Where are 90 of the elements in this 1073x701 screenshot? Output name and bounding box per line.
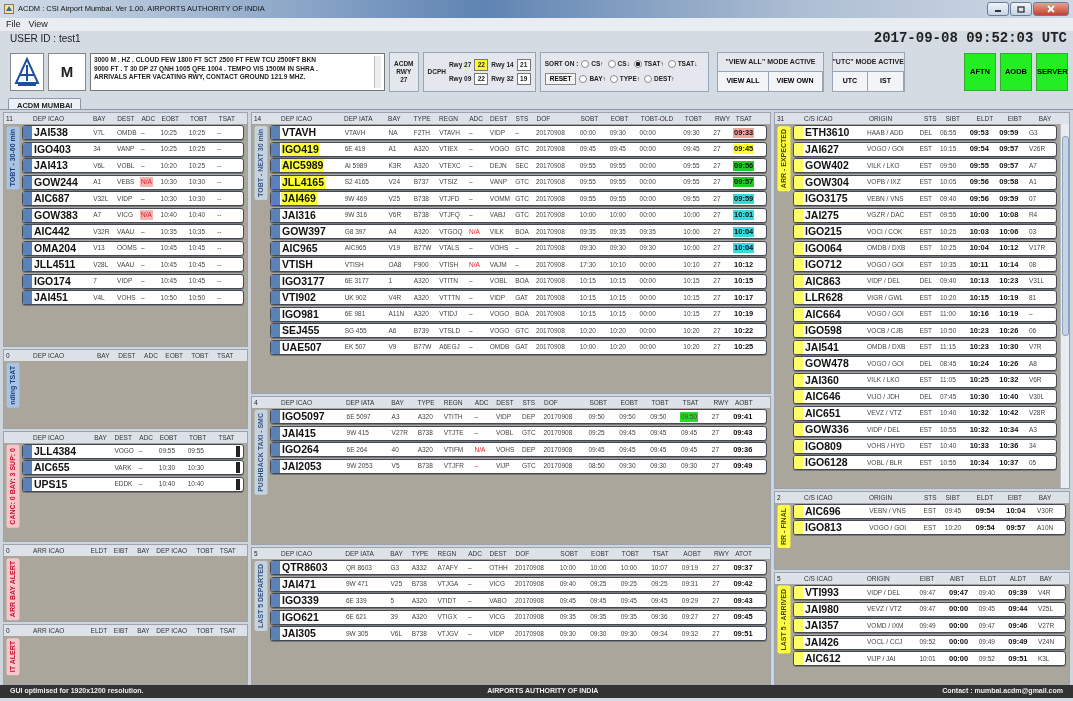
callsign-cell: GOW244 [33,175,79,189]
callsign-cell: GOW383 [33,208,79,222]
callsign-cell: JAI471 [281,577,317,591]
minimize-button[interactable] [987,2,1009,16]
callsign-cell: JAI469 [281,192,317,205]
callsign-cell: UAE507 [281,340,323,354]
clock: 2017-09-08 09:52:03 UTC [873,29,1067,48]
callsign-cell: IGO621 [281,610,320,624]
callsign-cell: AIC646 [804,390,842,403]
callsign-cell: QTR8603 [281,561,329,575]
callsign-cell: IGO174 [33,274,72,288]
callsign-cell: JAI305 [281,627,317,641]
callsign-cell: AIC5989 [281,159,325,172]
callsign-cell: JAI426 [804,635,840,649]
callsign-cell: IGO809 [804,439,843,453]
callsign-cell: SEJ455 [281,324,321,337]
callsign-cell: IGO3177 [281,274,326,288]
callsign-cell: GOW397 [281,225,327,238]
callsign-cell: JAI538 [33,126,69,139]
radio-button[interactable] [579,74,588,83]
radio-button[interactable] [667,60,676,68]
callsign-cell: IGO419 [281,142,320,156]
callsign-cell: GOW336 [804,423,850,436]
callsign-cell: JAI627 [804,142,840,156]
callsign-cell: IGO598 [804,324,843,337]
callsign-cell: IGO264 [281,443,320,456]
callsign-cell: AIC664 [804,307,842,321]
callsign-cell: JAI541 [804,340,840,354]
callsign-cell: AIC651 [804,406,842,420]
callsign-cell: GOW304 [804,175,850,189]
callsign-cell: VTISH [281,258,314,271]
callsign-cell: JLL4511 [33,258,77,271]
app-icon [4,4,14,14]
logo-icon [10,53,44,91]
maximize-icon [1017,5,1025,13]
callsign-cell: IGO3175 [804,192,849,205]
callsign-cell: UPS15 [33,477,69,491]
callsign-cell: IGO064 [804,241,843,255]
callsign-cell: JAI316 [281,208,317,222]
radio-button[interactable] [581,60,590,68]
callsign-cell: JLL4165 [281,175,326,189]
status-block-icon [236,478,240,490]
callsign-cell: AIC655 [33,461,71,475]
callsign-cell: IGO403 [33,142,72,156]
callsign-cell: JAI415 [281,426,317,440]
callsign-cell: AIC965 [281,241,319,255]
callsign-cell: VTI902 [281,291,317,304]
menu-item[interactable]: File [6,17,21,32]
callsign-cell: JAI451 [33,291,69,304]
callsign-cell: IGO339 [281,594,320,608]
scrollbar-thumb[interactable] [1061,136,1069,336]
callsign-cell: JAI2053 [281,459,323,473]
callsign-cell: GOW402 [804,159,850,172]
menu-item[interactable]: View [28,17,48,32]
callsign-cell: OMA204 [33,241,77,255]
callsign-cell: IGO712 [804,258,843,271]
callsign-cell: IGO813 [804,521,843,535]
user-id: USER ID : test1 [10,32,81,46]
callsign-cell: IGO5097 [281,410,326,423]
callsign-cell: AIC863 [804,274,842,288]
callsign-cell: JLL4384 [33,444,78,458]
radio-button[interactable] [607,60,616,68]
callsign-cell: IGO981 [281,307,320,321]
callsign-cell: GOW478 [804,357,850,370]
callsign-cell: LLR628 [804,291,844,304]
scrollbar[interactable] [1060,124,1069,488]
callsign-cell: IGO6128 [804,456,849,469]
callsign-cell: JAI275 [804,208,840,222]
radio-button[interactable] [609,74,618,83]
close-icon [1047,5,1055,13]
callsign-cell: JAI413 [33,159,69,172]
callsign-cell: IGO215 [804,225,843,238]
scrollbar[interactable] [374,56,381,88]
callsign-cell: AIC442 [33,225,71,238]
radio-button[interactable] [644,74,653,83]
callsign-cell: AIC612 [804,652,842,666]
callsign-cell: AIC696 [804,504,842,518]
logo-letter: M [48,53,86,91]
maximize-button[interactable] [1010,2,1032,16]
callsign-cell: JAI980 [804,602,840,616]
callsign-cell: JAI357 [804,619,840,633]
status-block-icon [236,445,240,457]
callsign-cell: JAI360 [804,373,840,387]
callsign-cell: VTI993 [804,586,840,600]
radio-button[interactable] [633,60,642,68]
status-block-icon [236,462,240,474]
callsign-cell: AIC687 [33,192,71,205]
callsign-cell: VTAVH [281,126,318,139]
close-button[interactable] [1033,2,1069,16]
callsign-cell: ETH3610 [804,126,851,139]
